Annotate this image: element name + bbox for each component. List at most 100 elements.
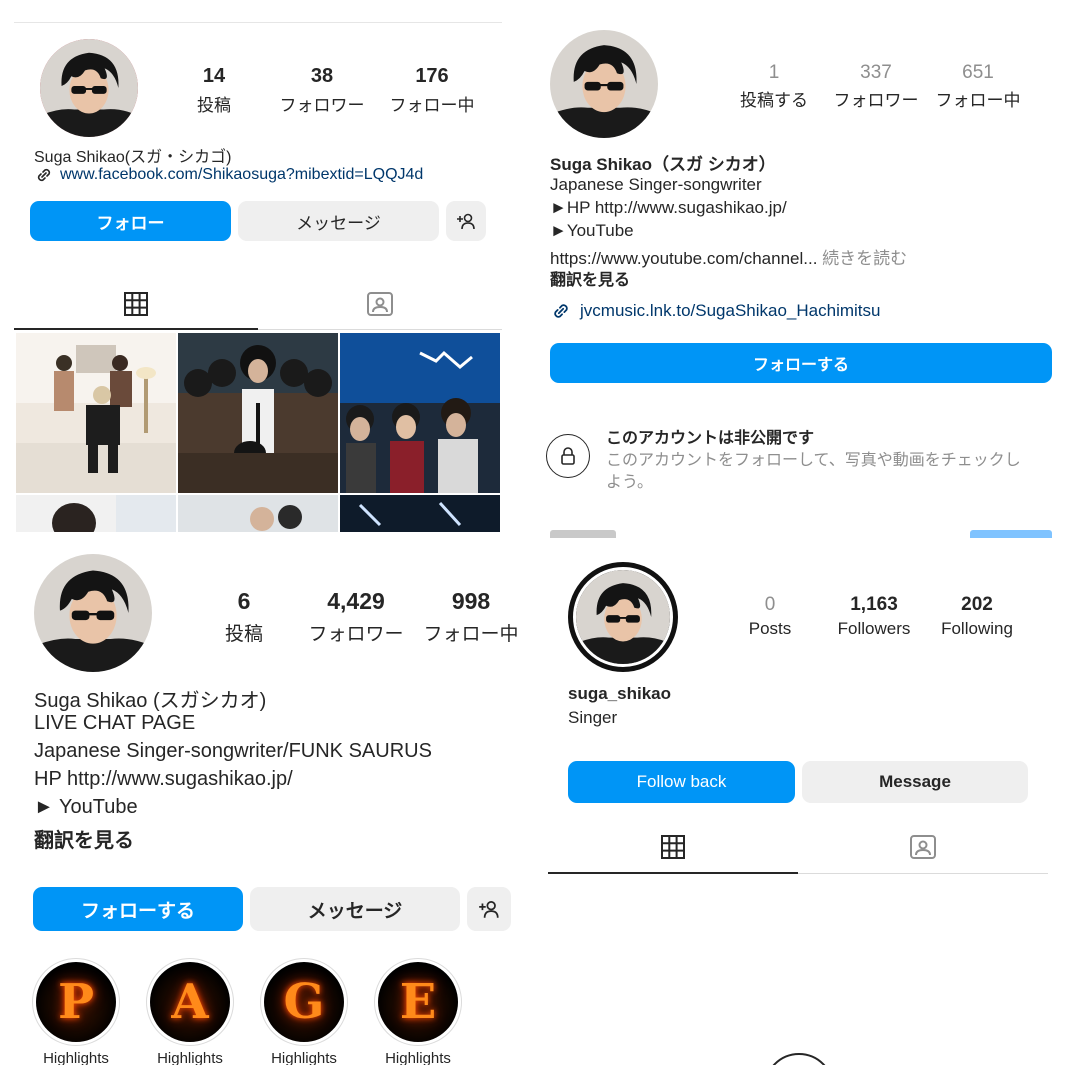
- post-thumbnail[interactable]: [340, 495, 500, 532]
- follow-back-button[interactable]: Follow back: [568, 761, 795, 803]
- highlight-g[interactable]: G Highlights: [260, 958, 348, 1065]
- following-number: 651: [962, 62, 994, 83]
- active-tab-indicator: [548, 872, 798, 874]
- post-thumbnail[interactable]: [16, 333, 176, 493]
- tab-divider: [798, 873, 1048, 874]
- profile-avatar[interactable]: [34, 554, 152, 672]
- profile-panel-live-chat: 6 投稿 4,429 フォロワー 998 フォロー中 Suga Shikao (…: [14, 550, 534, 1065]
- profile-link[interactable]: www.facebook.com/Shikaosuga?mibextid=LQQ…: [34, 165, 423, 185]
- translate-link[interactable]: 翻訳を見る: [550, 266, 630, 290]
- highlight-label: Highlights: [157, 1050, 223, 1065]
- followers-number: 38: [310, 65, 334, 87]
- camera-icon: [764, 1053, 834, 1065]
- following-label: フォロー中: [389, 96, 475, 115]
- tab-posts-grid[interactable]: [14, 279, 258, 329]
- link-icon: [37, 168, 51, 182]
- tagged-icon: [910, 835, 936, 859]
- posts-label: 投稿: [197, 96, 231, 115]
- message-button[interactable]: メッセージ: [250, 887, 460, 931]
- add-user-button[interactable]: [446, 201, 486, 241]
- followers-count[interactable]: 337 フォロワー: [828, 62, 924, 111]
- highlight-ring: E: [374, 958, 462, 1046]
- posts-count[interactable]: 1 投稿する: [736, 62, 812, 111]
- profile-panel-facebook-link: 14 投稿 38 フォロワー 176 フォロー中 Suga Shikao(スガ・…: [14, 22, 502, 532]
- following-count[interactable]: 202 Following: [928, 594, 1026, 639]
- bio-line: ►HP http://www.sugashikao.jp/: [550, 198, 787, 217]
- followers-count[interactable]: 4,429 フォロワー: [300, 588, 412, 646]
- following-count[interactable]: 998 フォロー中: [416, 588, 526, 646]
- post-thumbnail[interactable]: [340, 333, 500, 493]
- tagged-icon: [367, 292, 393, 316]
- posts-count[interactable]: 14 投稿: [182, 65, 246, 116]
- message-button[interactable]: Message: [802, 761, 1028, 803]
- clipped-section-header: [550, 530, 616, 538]
- followers-number: 1,163: [850, 594, 898, 615]
- clipped-section-link: [970, 530, 1052, 538]
- highlight-e[interactable]: E Highlights: [374, 958, 462, 1065]
- grid-icon: [661, 835, 685, 859]
- read-more-link[interactable]: 続きを読む: [822, 249, 907, 268]
- profile-link-text: jvcmusic.lnk.to/SugaShikao_Hachimitsu: [580, 301, 881, 320]
- posts-number: 14: [202, 65, 226, 87]
- follow-button[interactable]: フォローする: [550, 343, 1052, 383]
- bio-line: LIVE CHAT PAGE: [34, 712, 196, 734]
- posts-number: 1: [768, 62, 780, 83]
- bio-line: ► YouTube: [34, 796, 138, 818]
- followers-label: フォロワー: [833, 91, 919, 110]
- posts-count[interactable]: 0 Posts: [734, 594, 806, 639]
- tab-tagged[interactable]: [258, 279, 502, 329]
- followers-label: フォロワー: [279, 96, 365, 115]
- following-label: フォロー中: [423, 624, 519, 645]
- following-label: Following: [941, 619, 1013, 638]
- add-user-icon: [457, 213, 475, 230]
- add-user-icon: [479, 901, 499, 918]
- following-number: 202: [961, 594, 993, 615]
- highlight-cover-letter: E: [378, 962, 458, 1042]
- posts-label: Posts: [748, 619, 792, 638]
- following-number: 998: [451, 588, 491, 614]
- lock-icon: [546, 434, 590, 478]
- add-user-button[interactable]: [467, 887, 511, 931]
- highlight-p[interactable]: P Highlights: [32, 958, 120, 1065]
- profile-panel-private-account: 1 投稿する 337 フォロワー 651 フォロー中 Suga Shikao（ス…: [540, 14, 1066, 538]
- follow-button[interactable]: フォロー: [30, 201, 231, 241]
- tab-tagged[interactable]: [798, 822, 1048, 872]
- followers-number: 337: [860, 62, 892, 83]
- profile-link[interactable]: jvcmusic.lnk.to/SugaShikao_Hachimitsu: [550, 300, 880, 322]
- followers-label: Followers: [837, 619, 911, 638]
- private-account-title: このアカウントは非公開です: [606, 430, 815, 447]
- highlight-ring: A: [146, 958, 234, 1046]
- highlight-ring: P: [32, 958, 120, 1046]
- profile-panel-follow-back: 0 Posts 1,163 Followers 202 Following su…: [548, 550, 1050, 1065]
- post-thumbnail[interactable]: [16, 495, 176, 532]
- following-count[interactable]: 651 フォロー中: [930, 62, 1026, 111]
- active-tab-indicator: [14, 328, 258, 330]
- post-thumbnail[interactable]: [178, 495, 338, 532]
- grid-icon: [124, 292, 148, 316]
- highlight-cover-letter: G: [264, 962, 344, 1042]
- following-number: 176: [415, 65, 449, 87]
- tab-posts-grid[interactable]: [548, 822, 798, 872]
- translate-link[interactable]: 翻訳を見る: [34, 824, 134, 853]
- following-count[interactable]: 176 フォロー中: [382, 65, 482, 116]
- profile-avatar[interactable]: [40, 39, 138, 137]
- profile-name: Suga Shikao(スガ・シカゴ): [34, 149, 232, 166]
- follow-button[interactable]: フォローする: [33, 887, 243, 931]
- profile-name: Suga Shikao（スガ シカオ）: [550, 155, 776, 174]
- followers-count[interactable]: 1,163 Followers: [824, 594, 924, 639]
- profile-avatar[interactable]: [568, 562, 678, 672]
- message-button[interactable]: メッセージ: [238, 201, 439, 241]
- bio-line: Japanese Singer-songwriter/FUNK SAURUS: [34, 740, 432, 762]
- followers-count[interactable]: 38 フォロワー: [272, 65, 372, 116]
- post-thumbnail[interactable]: [178, 333, 338, 493]
- bio-line: HP http://www.sugashikao.jp/: [34, 768, 293, 790]
- username: suga_shikao: [568, 684, 671, 703]
- posts-number: 0: [764, 594, 776, 615]
- profile-avatar[interactable]: [550, 30, 658, 138]
- highlight-label: Highlights: [43, 1050, 109, 1065]
- highlight-a[interactable]: A Highlights: [146, 958, 234, 1065]
- posts-label: 投稿: [224, 624, 263, 645]
- highlight-label: Highlights: [385, 1050, 451, 1065]
- bio-line: Singer: [568, 708, 618, 727]
- posts-count[interactable]: 6 投稿: [204, 588, 284, 646]
